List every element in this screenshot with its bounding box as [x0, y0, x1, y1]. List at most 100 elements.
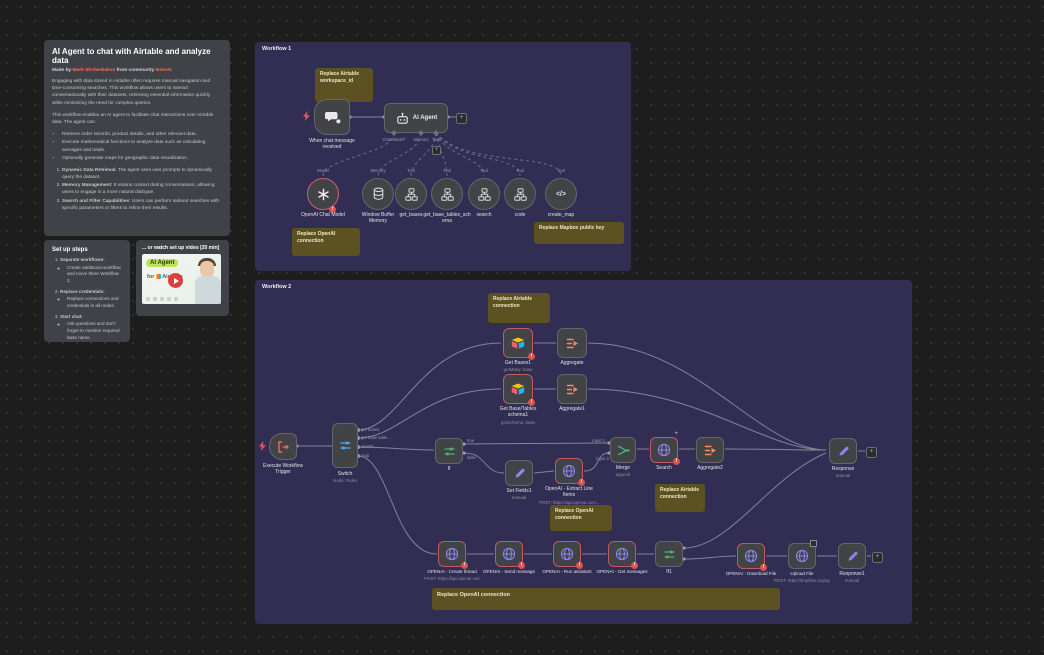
node-label: Responsemanual: [815, 466, 871, 479]
database-icon: [372, 187, 385, 201]
node-label: Aggregate1: [544, 406, 600, 412]
node-openai-send-message[interactable]: !: [495, 541, 523, 567]
workflow-tool-icon: [441, 188, 454, 201]
play-button-icon[interactable]: [168, 273, 183, 288]
node-label: create_map: [537, 212, 585, 218]
list-subitem: Create additional workflow and move ther…: [67, 265, 122, 285]
aggregate-icon: [704, 444, 717, 457]
description-paragraph: Engaging with data stored in Airtable of…: [52, 78, 222, 107]
node-response1[interactable]: [838, 543, 866, 569]
node-set-fields1[interactable]: [505, 460, 533, 486]
sticky-replace-openai-connection-wide[interactable]: Replace OpenAI connection: [432, 588, 780, 610]
node-code-tool[interactable]: [504, 178, 536, 210]
node-label: Switchmode: Rules: [317, 471, 373, 484]
add-tool-button[interactable]: +: [432, 146, 441, 155]
node-aggregate[interactable]: [557, 328, 587, 358]
node-openai-run-assistant[interactable]: !: [553, 541, 581, 567]
workflow-canvas[interactable]: AI Agent to chat with Airtable and analy…: [0, 0, 1044, 655]
sticky-video[interactable]: ... or watch set up video [20 min] AI Ag…: [136, 240, 229, 316]
node-aggregate1[interactable]: [557, 374, 587, 404]
node-switch[interactable]: [332, 423, 358, 468]
node-openai-download-file[interactable]: !: [737, 543, 765, 569]
node-execute-workflow-trigger[interactable]: [269, 433, 297, 460]
port-label: Tool: [391, 168, 431, 173]
switch-output-label: get base table...: [361, 435, 391, 440]
sticky-description[interactable]: AI Agent to chat with Airtable and analy…: [44, 40, 230, 236]
node-openai-chat-model[interactable]: !: [307, 178, 339, 210]
node-label: Upload FilePOST: https://tmpfiles.org/ap…: [774, 571, 830, 583]
openai-icon: [317, 188, 330, 201]
community-link[interactable]: 5minAI: [156, 68, 172, 73]
capability-list: Retrieve order records, product details,…: [52, 131, 222, 162]
node-search-tool[interactable]: [468, 178, 500, 210]
node-if[interactable]: [435, 438, 463, 464]
node-label: OPENAI - Run assistant: [539, 569, 595, 575]
warning-badge: !: [528, 353, 535, 360]
list-subitem: Ask questions and don't forget to mentio…: [67, 321, 122, 341]
node-search[interactable]: + !: [650, 437, 678, 463]
video-thumbnail[interactable]: AI Agent for Airtable: [142, 254, 221, 304]
node-response[interactable]: [829, 438, 857, 464]
pencil-icon: [846, 550, 859, 563]
sticky-replace-airtable-workspace[interactable]: Replace Airtable workspace_id: [315, 68, 373, 102]
list-item: Replace credentials: Replace connections…: [60, 289, 122, 310]
node-get-bases1[interactable]: !: [503, 328, 533, 358]
warning-badge: !: [631, 562, 638, 569]
node-aggregate2[interactable]: [696, 437, 724, 463]
node-create-map-tool[interactable]: </>: [545, 178, 577, 210]
list-item: Memory Management: It retains context du…: [62, 182, 222, 196]
add-node-endpoint[interactable]: +: [872, 552, 883, 563]
node-if1[interactable]: [655, 541, 683, 567]
http-globe-icon: [615, 547, 629, 561]
workflow-tool-icon: [478, 188, 491, 201]
list-subitem: Replace connections and credentials in a…: [67, 296, 122, 309]
add-node-endpoint[interactable]: +: [456, 113, 467, 124]
http-globe-icon: [502, 547, 516, 561]
node-openai-get-messages[interactable]: !: [608, 541, 636, 567]
sticky-body: Engaging with data stored in Airtable of…: [52, 78, 222, 212]
author-link[interactable]: Mark Shcherbakov: [73, 68, 116, 73]
node-upload-file[interactable]: [788, 543, 816, 569]
sticky-replace-mapbox-key[interactable]: Replace Mapbox public key: [534, 222, 624, 244]
byline-mid: from community: [117, 68, 155, 73]
port-label: Tool: [500, 168, 540, 173]
warning-badge: !: [578, 479, 585, 486]
chat-icon: [324, 109, 341, 126]
sticky-setup-steps[interactable]: Set up steps Separate workflows: Create …: [44, 240, 130, 342]
list-item: Retrieve order records, product details,…: [62, 131, 222, 138]
node-label: Aggregate: [544, 360, 600, 366]
http-globe-icon: [795, 549, 809, 563]
node-window-buffer-memory[interactable]: [362, 178, 394, 210]
plus-icon: +: [875, 553, 879, 560]
warning-badge: !: [673, 458, 680, 465]
node-openai-create-thread[interactable]: !: [438, 541, 466, 567]
list-item: Separate workflows: Create additional wo…: [60, 257, 122, 285]
add-node-endpoint[interactable]: +: [866, 447, 877, 458]
sticky-replace-airtable-connection[interactable]: Replace Airtable connection: [655, 484, 705, 512]
port-label: Tool: [427, 168, 467, 173]
aggregate-icon: [566, 337, 579, 350]
node-get-bases-tool[interactable]: [395, 178, 427, 210]
sticky-replace-airtable-connection[interactable]: Replace Airtable connection: [488, 293, 550, 323]
thumb-app-icons: [146, 297, 178, 301]
robot-icon: [395, 111, 410, 126]
node-get-base-tables-schema1[interactable]: !: [503, 374, 533, 404]
sticky-replace-openai-connection[interactable]: Replace OpenAI connection: [292, 228, 360, 256]
sticky-replace-openai-connection[interactable]: Replace OpenAI connection: [550, 505, 612, 531]
node-get-base-tables-schema-tool[interactable]: [431, 178, 463, 210]
aggregate-icon: [566, 383, 579, 396]
http-globe-icon: [657, 443, 671, 457]
merge-icon: [617, 444, 630, 457]
node-ai-agent[interactable]: AI Agent: [384, 103, 448, 133]
node-when-chat-message-received[interactable]: [314, 99, 350, 135]
video-title: ... or watch set up video [20 min]: [142, 245, 223, 251]
node-openai-extract-line-items[interactable]: !: [555, 458, 583, 484]
node-label: Response1manual: [824, 571, 880, 584]
node-merge[interactable]: [610, 437, 636, 463]
http-globe-icon: [744, 549, 758, 563]
workflow-1-label: Workflow 1: [262, 46, 291, 52]
switch-output-label: search: [361, 444, 374, 449]
feature-list: Dynamic Data Retrieval: The agent uses u…: [52, 167, 222, 212]
workflow-tool-icon: [514, 188, 527, 201]
port-label: Chat Model*: [377, 137, 411, 142]
